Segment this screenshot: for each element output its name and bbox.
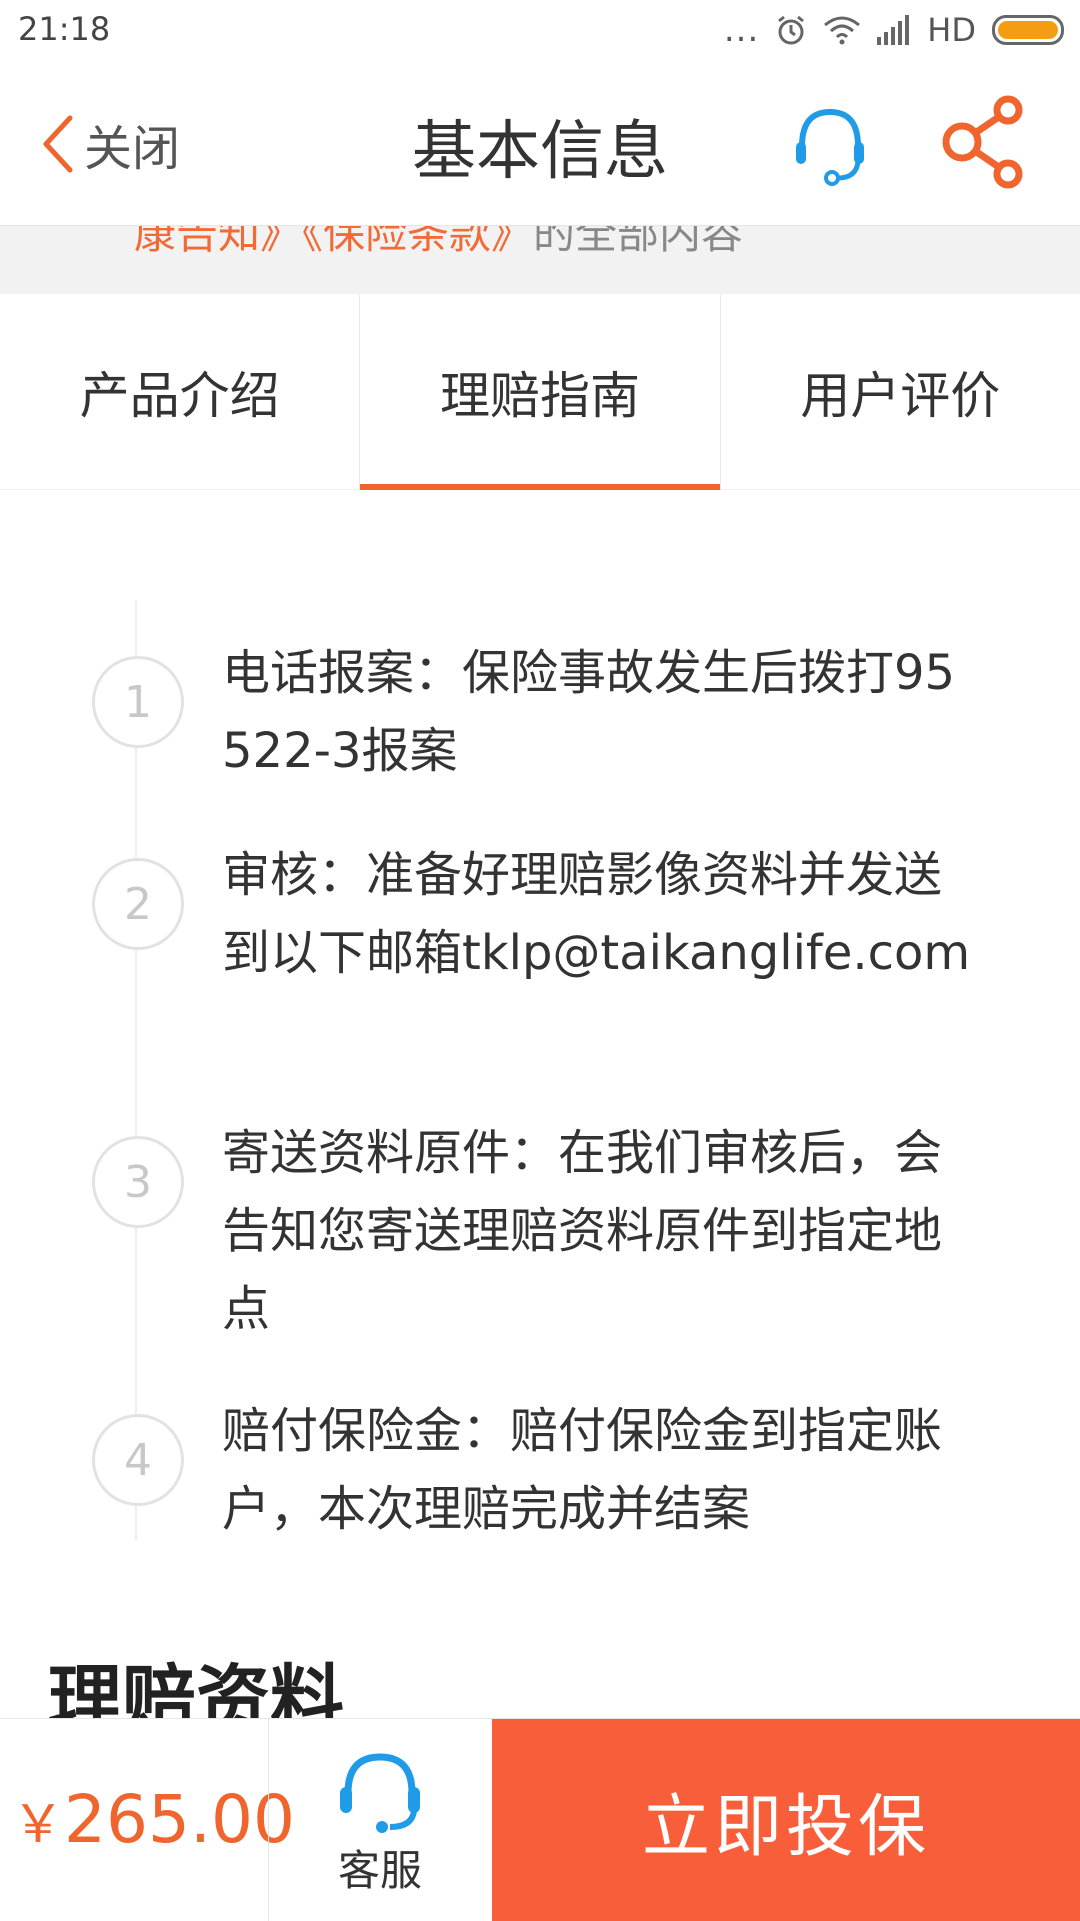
share-button[interactable] <box>940 92 1030 192</box>
customer-service-label: 客服 <box>337 1846 422 1895</box>
alarm-icon <box>778 15 805 45</box>
customer-service-button[interactable] <box>790 102 870 188</box>
nav-bar: 关闭 基本信息 <box>0 62 1080 226</box>
tab-bar: 产品介绍 理赔指南 用户评价 <box>0 294 1080 490</box>
notice-tail: 的全部内容 <box>533 226 744 258</box>
share-icon <box>942 95 1023 189</box>
battery-icon <box>992 15 1064 45</box>
step-number: 1 <box>92 656 184 748</box>
bottom-bar: ￥265.00 客服 立即投保 <box>0 1718 1080 1921</box>
step-number: 3 <box>92 1136 184 1228</box>
currency-symbol: ￥ <box>12 1795 65 1855</box>
price: ￥265.00 <box>12 1781 295 1858</box>
tab-product-intro[interactable]: 产品介绍 <box>0 294 359 489</box>
status-time: 21:18 <box>18 10 111 48</box>
more-dots-icon: ... <box>723 10 760 50</box>
status-bar: 21:18 ... HD <box>0 0 1080 62</box>
network-type: HD <box>927 11 976 49</box>
signal-icon <box>877 15 910 45</box>
price-value: 265.00 <box>64 1781 295 1858</box>
buy-now-button[interactable]: 立即投保 <box>492 1719 1080 1921</box>
step-text: 赔付保险金：赔付保险金到指定账户，本次理赔完成并结案 <box>222 1403 943 1537</box>
step-number: 2 <box>92 858 184 950</box>
notice-text: 康告知》《保险条款》的全部内容 <box>134 226 743 261</box>
status-icons: ... HD <box>724 8 1064 52</box>
tab-user-reviews[interactable]: 用户评价 <box>719 294 1080 489</box>
notice-links[interactable]: 康告知》《保险条款》 <box>134 226 533 258</box>
step-text: 审核：准备好理赔影像资料并发送到以下邮箱tklp@taikanglife.com <box>222 847 971 981</box>
headset-icon <box>796 108 864 186</box>
close-label: 关闭 <box>84 121 181 177</box>
notice-strip: 康告知》《保险条款》的全部内容 <box>0 226 1080 294</box>
headset-icon <box>340 1753 420 1833</box>
close-button[interactable]: 关闭 <box>40 112 181 177</box>
chevron-left-icon <box>43 115 73 173</box>
step-text: 寄送资料原件：在我们审核后，会告知您寄送理赔资料原件到指定地点 <box>222 1125 943 1337</box>
step-number: 4 <box>92 1414 184 1506</box>
wifi-icon <box>824 16 861 45</box>
customer-service-tab-button[interactable]: 客服 <box>268 1719 492 1921</box>
tab-claim-guide[interactable]: 理赔指南 <box>359 294 720 490</box>
step-text: 电话报案：保险事故发生后拨打95522-3报案 <box>222 645 956 779</box>
